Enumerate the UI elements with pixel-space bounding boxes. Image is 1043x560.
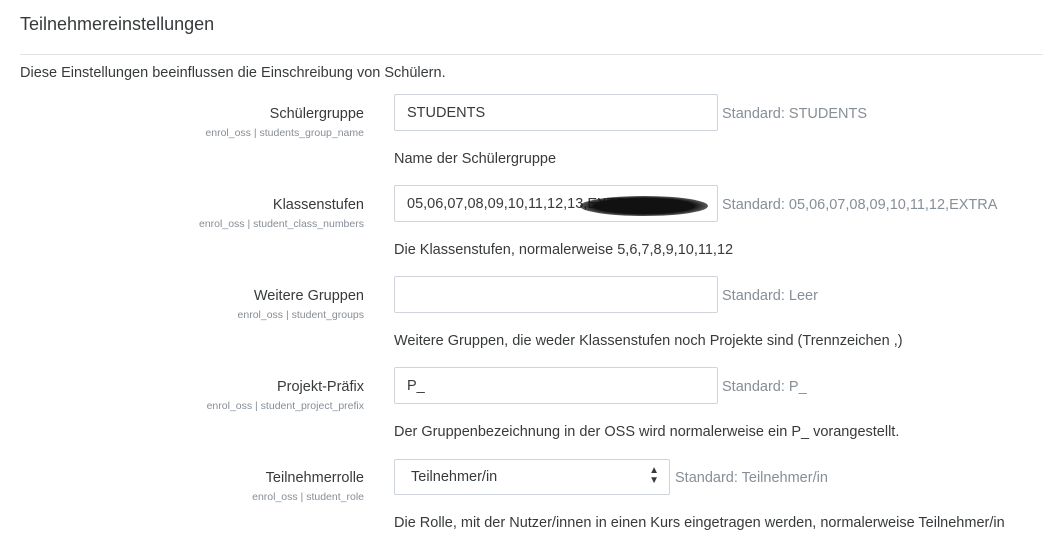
setting-student-class-numbers: Klassenstufen enrol_oss | student_class_… — [0, 185, 1043, 276]
setting-label-block: Klassenstufen enrol_oss | student_class_… — [199, 196, 364, 230]
section-intro: Diese Einstellungen beeinflussen die Ein… — [20, 65, 446, 81]
setting-key: enrol_oss | student_class_numbers — [199, 218, 364, 230]
setting-label-block: Schülergruppe enrol_oss | students_group… — [205, 105, 364, 139]
section-title: Teilnehmereinstellungen — [20, 14, 215, 34]
setting-default: Standard: Leer — [722, 288, 818, 304]
student-groups-input[interactable] — [394, 276, 718, 313]
setting-default: Standard: 05,06,07,08,09,10,11,12,EXTRA — [722, 197, 998, 213]
setting-description: Weitere Gruppen, die weder Klassenstufen… — [394, 333, 903, 349]
setting-description: Die Rolle, mit der Nutzer/innen in einen… — [394, 515, 1005, 531]
student-project-prefix-input[interactable] — [394, 367, 718, 404]
student-role-select[interactable]: Teilnehmer/in ▲ ▼ — [394, 459, 670, 495]
setting-default: Standard: Teilnehmer/in — [675, 470, 828, 486]
setting-key: enrol_oss | student_groups — [237, 309, 364, 321]
setting-description: Name der Schülergruppe — [394, 151, 557, 167]
setting-description: Die Klassenstufen, normalerweise 5,6,7,8… — [394, 242, 734, 258]
setting-key: enrol_oss | student_role — [252, 491, 364, 503]
setting-label: Weitere Gruppen — [253, 288, 364, 304]
section-divider — [20, 54, 1043, 55]
setting-default: Standard: P_ — [722, 379, 807, 395]
setting-label: Schülergruppe — [269, 106, 364, 122]
setting-default: Standard: STUDENTS — [722, 106, 868, 122]
student-role-selected-value: Teilnehmer/in — [411, 469, 498, 485]
sort-arrows-icon: ▲ ▼ — [649, 465, 659, 486]
setting-student-groups: Weitere Gruppen enrol_oss | student_grou… — [0, 276, 1043, 367]
setting-label-block: Teilnehmerrolle enrol_oss | student_role — [252, 469, 364, 503]
setting-description: Der Gruppenbezeichnung in der OSS wird n… — [394, 424, 900, 440]
setting-label-block: Weitere Gruppen enrol_oss | student_grou… — [238, 287, 364, 321]
setting-key: enrol_oss | students_group_name — [205, 127, 364, 139]
setting-student-role: Teilnehmerrolle enrol_oss | student_role… — [0, 459, 1043, 549]
setting-key: enrol_oss | student_project_prefix — [206, 400, 364, 412]
setting-label: Klassenstufen — [272, 197, 364, 213]
student-class-numbers-input[interactable] — [394, 185, 718, 222]
setting-label: Projekt-Präfix — [276, 379, 364, 395]
setting-student-project-prefix: Projekt-Präfix enrol_oss | student_proje… — [0, 367, 1043, 458]
setting-label-block: Projekt-Präfix enrol_oss | student_proje… — [207, 378, 364, 412]
setting-students-group-name: Schülergruppe enrol_oss | students_group… — [0, 94, 1043, 185]
setting-label: Teilnehmerrolle — [265, 470, 364, 486]
students-group-name-input[interactable] — [394, 94, 718, 131]
